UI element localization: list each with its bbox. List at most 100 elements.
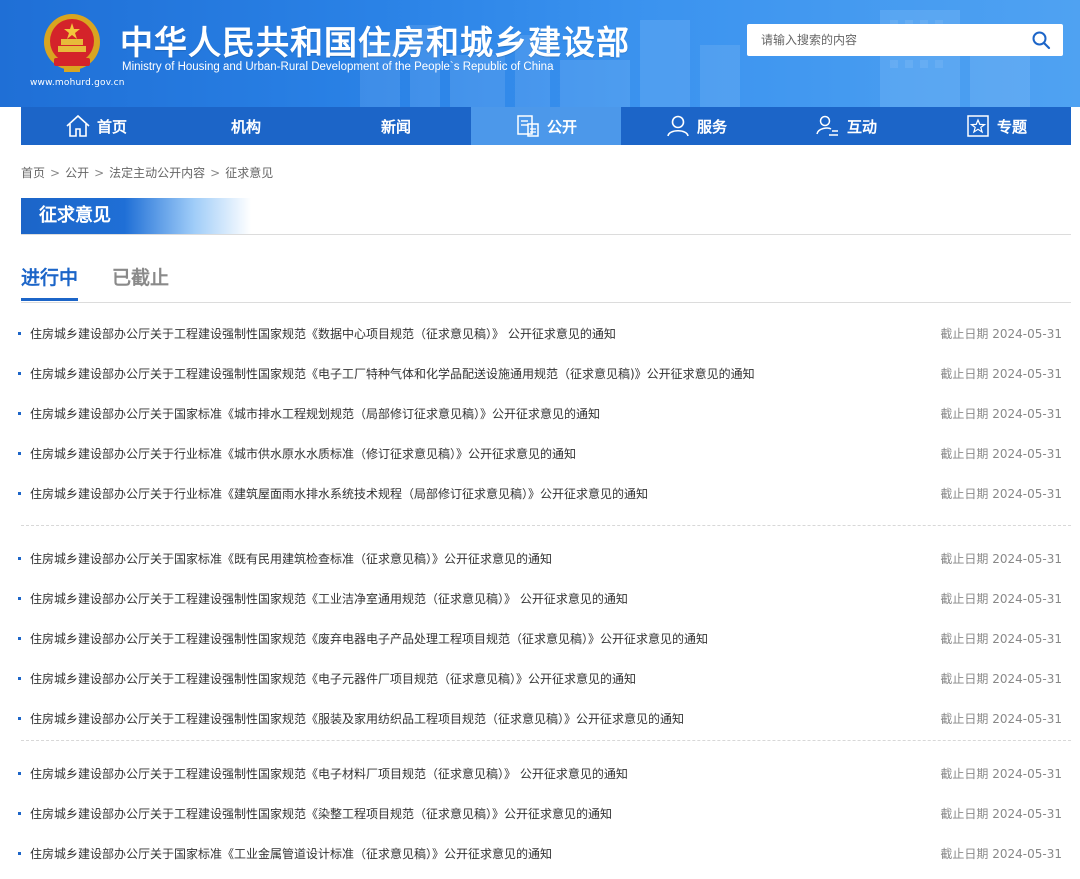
breadcrumb-statutory-disclosure[interactable]: 法定主动公开内容 bbox=[109, 164, 205, 181]
deadline-date: 截止日期 2024-05-31 bbox=[940, 325, 1062, 342]
deadline-value: 2024-05-31 bbox=[992, 406, 1062, 421]
deadline-value: 2024-05-31 bbox=[992, 766, 1062, 781]
search-box bbox=[747, 24, 1063, 56]
list-item[interactable]: 住房城乡建设部办公厅关于工程建设强制性国家规范《电子材料厂项目规范（征求意见稿）… bbox=[18, 761, 1062, 785]
deadline-value: 2024-05-31 bbox=[992, 806, 1062, 821]
breadcrumb-separator: > bbox=[50, 165, 61, 180]
site-header: www.mohurd.gov.cn 中华人民共和国住房和城乡建设部 Minist… bbox=[0, 0, 1080, 107]
deadline-value: 2024-05-31 bbox=[992, 712, 1062, 727]
nav-item-label: 机构 bbox=[230, 117, 261, 136]
list-item[interactable]: 住房城乡建设部办公厅关于国家标准《城市排水工程规划规范（局部修订征求意见稿）》公… bbox=[18, 401, 1062, 425]
notice-title-link[interactable]: 住房城乡建设部办公厅关于国家标准《既有民用建筑检查标准（征求意见稿）》公开征求意… bbox=[30, 550, 940, 567]
list-item[interactable]: 住房城乡建设部办公厅关于行业标准《城市供水原水水质标准（修订征求意见稿）》公开征… bbox=[18, 442, 1062, 466]
tab-closed[interactable]: 已截止 bbox=[112, 263, 169, 301]
section-divider bbox=[21, 234, 1071, 235]
nav-item-label: 专题 bbox=[996, 117, 1027, 136]
notice-title-link[interactable]: 住房城乡建设部办公厅关于国家标准《工业金属管道设计标准（征求意见稿）》公开征求意… bbox=[30, 845, 940, 862]
bullet-icon bbox=[18, 452, 21, 456]
list-item[interactable]: 住房城乡建设部办公厅关于行业标准《建筑屋面雨水排水系统技术规程（局部修订征求意见… bbox=[18, 482, 1062, 506]
user-icon bbox=[667, 115, 689, 137]
deadline-label: 截止日期 bbox=[940, 447, 989, 462]
breadcrumb-solicit-opinions[interactable]: 征求意见 bbox=[225, 164, 273, 181]
deadline-date: 截止日期 2024-05-31 bbox=[940, 710, 1062, 727]
deadline-value: 2024-05-31 bbox=[992, 672, 1062, 687]
deadline-date: 截止日期 2024-05-31 bbox=[940, 805, 1062, 822]
site-subtitle: Ministry of Housing and Urban-Rural Deve… bbox=[122, 61, 554, 73]
nav-item-home[interactable]: 首页 bbox=[21, 107, 171, 145]
deadline-label: 截止日期 bbox=[940, 672, 989, 687]
notice-title-link[interactable]: 住房城乡建设部办公厅关于工程建设强制性国家规范《电子材料厂项目规范（征求意见稿）… bbox=[30, 765, 940, 782]
notice-title-link[interactable]: 住房城乡建设部办公厅关于工程建设强制性国家规范《数据中心项目规范（征求意见稿）》… bbox=[30, 325, 940, 342]
search-input[interactable] bbox=[747, 24, 1017, 56]
list-item[interactable]: 住房城乡建设部办公厅关于工程建设强制性国家规范《数据中心项目规范（征求意见稿）》… bbox=[18, 321, 1062, 345]
deadline-value: 2024-05-31 bbox=[992, 447, 1062, 462]
section-title: 征求意见 bbox=[21, 198, 251, 234]
main-nav: 首页 机构 新闻 公开 服务 互动 专题 bbox=[21, 107, 1071, 145]
bullet-icon bbox=[18, 717, 21, 721]
national-emblem-icon bbox=[44, 14, 100, 72]
deadline-label: 截止日期 bbox=[940, 406, 989, 421]
deadline-value: 2024-05-31 bbox=[992, 487, 1062, 502]
list-item[interactable]: 住房城乡建设部办公厅关于工程建设强制性国家规范《染整工程项目规范（征求意见稿）》… bbox=[18, 801, 1062, 825]
group-divider bbox=[21, 740, 1071, 741]
deadline-date: 截止日期 2024-05-31 bbox=[940, 445, 1062, 462]
deadline-label: 截止日期 bbox=[940, 366, 989, 381]
site-url: www.mohurd.gov.cn bbox=[30, 78, 125, 88]
deadline-date: 截止日期 2024-05-31 bbox=[940, 550, 1062, 567]
list-item[interactable]: 住房城乡建设部办公厅关于国家标准《工业金属管道设计标准（征求意见稿）》公开征求意… bbox=[18, 841, 1062, 865]
nav-item-label: 首页 bbox=[96, 117, 127, 136]
notice-title-link[interactable]: 住房城乡建设部办公厅关于工程建设强制性国家规范《电子工厂特种气体和化学品配送设施… bbox=[30, 365, 940, 382]
list-item[interactable]: 住房城乡建设部办公厅关于工程建设强制性国家规范《废弃电器电子产品处理工程项目规范… bbox=[18, 626, 1062, 650]
bullet-icon bbox=[18, 556, 21, 560]
breadcrumb-home[interactable]: 首页 bbox=[21, 164, 45, 181]
nav-item-interaction[interactable]: 互动 bbox=[771, 107, 921, 145]
list-item[interactable]: 住房城乡建设部办公厅关于工程建设强制性国家规范《电子工厂特种气体和化学品配送设施… bbox=[18, 361, 1062, 385]
star-icon bbox=[967, 115, 989, 137]
list-item[interactable]: 住房城乡建设部办公厅关于工程建设强制性国家规范《电子元器件厂项目规范（征求意见稿… bbox=[18, 667, 1062, 691]
notice-title-link[interactable]: 住房城乡建设部办公厅关于行业标准《城市供水原水水质标准（修订征求意见稿）》公开征… bbox=[30, 445, 940, 462]
deadline-date: 截止日期 2024-05-31 bbox=[940, 365, 1062, 382]
nav-item-label: 公开 bbox=[546, 117, 577, 136]
deadline-date: 截止日期 2024-05-31 bbox=[940, 485, 1062, 502]
nav-item-topics[interactable]: 专题 bbox=[921, 107, 1071, 145]
deadline-date: 截止日期 2024-05-31 bbox=[940, 845, 1062, 862]
deadline-label: 截止日期 bbox=[940, 712, 989, 727]
status-tabs: 进行中 已截止 bbox=[21, 263, 203, 303]
nav-item-public[interactable]: 公开 bbox=[471, 107, 621, 145]
notice-title-link[interactable]: 住房城乡建设部办公厅关于国家标准《城市排水工程规划规范（局部修订征求意见稿）》公… bbox=[30, 405, 940, 422]
list-item[interactable]: 住房城乡建设部办公厅关于国家标准《既有民用建筑检查标准（征求意见稿）》公开征求意… bbox=[18, 546, 1062, 570]
deadline-date: 截止日期 2024-05-31 bbox=[940, 765, 1062, 782]
notice-title-link[interactable]: 住房城乡建设部办公厅关于行业标准《建筑屋面雨水排水系统技术规程（局部修订征求意见… bbox=[30, 485, 940, 502]
deadline-value: 2024-05-31 bbox=[992, 551, 1062, 566]
nav-item-label: 服务 bbox=[696, 117, 727, 136]
deadline-value: 2024-05-31 bbox=[992, 326, 1062, 341]
nav-item-news[interactable]: 新闻 bbox=[321, 107, 471, 145]
deadline-label: 截止日期 bbox=[940, 591, 989, 606]
notice-title-link[interactable]: 住房城乡建设部办公厅关于工程建设强制性国家规范《工业洁净室通用规范（征求意见稿）… bbox=[30, 590, 940, 607]
tab-in-progress[interactable]: 进行中 bbox=[21, 263, 79, 301]
notice-title-link[interactable]: 住房城乡建设部办公厅关于工程建设强制性国家规范《废弃电器电子产品处理工程项目规范… bbox=[30, 630, 940, 647]
deadline-date: 截止日期 2024-05-31 bbox=[940, 670, 1062, 687]
notice-title-link[interactable]: 住房城乡建设部办公厅关于工程建设强制性国家规范《电子元器件厂项目规范（征求意见稿… bbox=[30, 670, 940, 687]
deadline-date: 截止日期 2024-05-31 bbox=[940, 630, 1062, 647]
breadcrumb-separator: > bbox=[94, 165, 105, 180]
bullet-icon bbox=[18, 811, 21, 815]
nav-item-organization[interactable]: 机构 bbox=[171, 107, 321, 145]
bullet-icon bbox=[18, 411, 21, 415]
deadline-date: 截止日期 2024-05-31 bbox=[940, 405, 1062, 422]
breadcrumb-public[interactable]: 公开 bbox=[65, 164, 89, 181]
notice-title-link[interactable]: 住房城乡建设部办公厅关于工程建设强制性国家规范《染整工程项目规范（征求意见稿）》… bbox=[30, 805, 940, 822]
home-icon bbox=[66, 114, 90, 137]
bullet-icon bbox=[18, 851, 21, 855]
tabs-divider bbox=[21, 302, 1071, 303]
breadcrumb-separator: > bbox=[210, 165, 221, 180]
list-item[interactable]: 住房城乡建设部办公厅关于工程建设强制性国家规范《工业洁净室通用规范（征求意见稿）… bbox=[18, 586, 1062, 610]
bullet-icon bbox=[18, 677, 21, 681]
notice-title-link[interactable]: 住房城乡建设部办公厅关于工程建设强制性国家规范《服装及家用纺织品工程项目规范（征… bbox=[30, 710, 940, 727]
search-icon[interactable] bbox=[1031, 30, 1051, 50]
bullet-icon bbox=[18, 371, 21, 375]
list-item[interactable]: 住房城乡建设部办公厅关于工程建设强制性国家规范《服装及家用纺织品工程项目规范（征… bbox=[18, 707, 1062, 731]
nav-item-service[interactable]: 服务 bbox=[621, 107, 771, 145]
document-icon bbox=[517, 115, 539, 137]
nav-item-label: 新闻 bbox=[380, 117, 411, 136]
